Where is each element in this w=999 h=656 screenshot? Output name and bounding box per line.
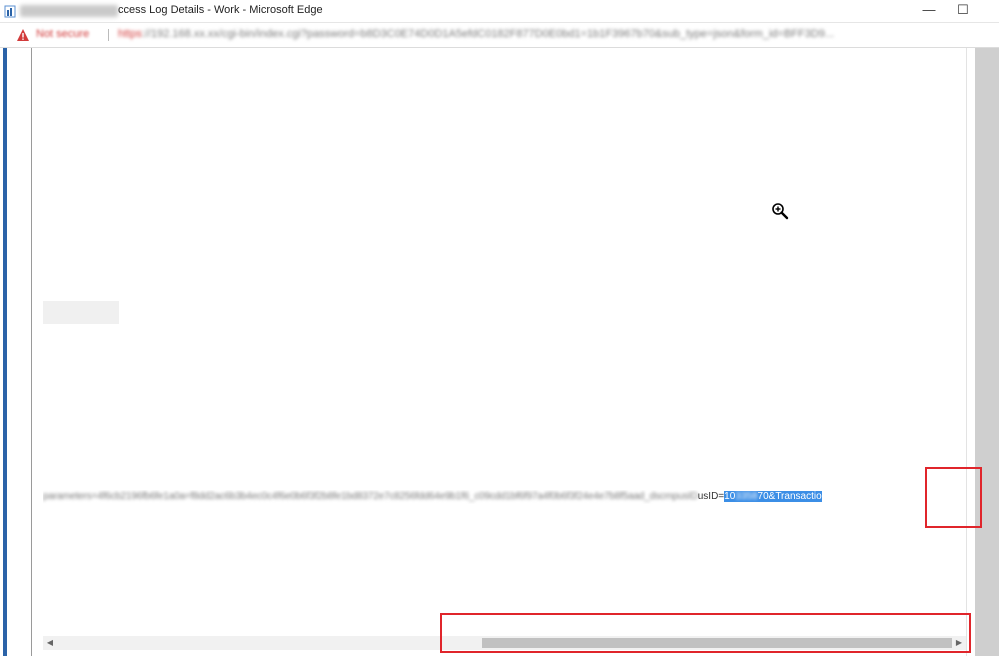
url-text-visible: usID= bbox=[697, 491, 725, 502]
url-text[interactable]: https://192.168.xx.xx/cgi-bin/index.cgi?… bbox=[118, 28, 998, 40]
right-window-frame bbox=[975, 48, 999, 656]
address-bar[interactable]: Not secure https://192.168.xx.xx/cgi-bin… bbox=[0, 23, 999, 48]
left-accent-strip bbox=[3, 48, 7, 656]
window-title: ccess Log Details - Work - Microsoft Edg… bbox=[118, 4, 323, 16]
window-title-bar[interactable]: ccess Log Details - Work - Microsoft Edg… bbox=[0, 0, 999, 23]
page-content bbox=[32, 48, 975, 656]
app-icon bbox=[4, 5, 16, 18]
selected-text-start: 10 bbox=[724, 491, 736, 502]
selected-text-end: 70&Transactio bbox=[757, 491, 822, 502]
minimize-button[interactable]: — bbox=[912, 0, 946, 22]
right-border bbox=[966, 48, 967, 656]
warning-triangle-icon bbox=[17, 29, 29, 41]
selected-text-redacted: 3358 bbox=[735, 491, 758, 502]
url-scheme: https bbox=[118, 28, 142, 40]
empty-gray-panel bbox=[43, 301, 119, 324]
annotation-box-scrollbar bbox=[440, 613, 971, 653]
url-rest: ://192.168.xx.xx/cgi-bin/index.cgi?passw… bbox=[141, 28, 835, 40]
scroll-left-arrow-icon[interactable]: ◀ bbox=[43, 636, 57, 650]
title-redacted bbox=[20, 5, 118, 17]
url-text-line[interactable]: parameters=4f6cb2196fb6fe1a0a=f8dd2ac6b3… bbox=[43, 490, 966, 504]
selected-text[interactable]: 10335870&Transactio bbox=[724, 491, 822, 502]
address-separator bbox=[108, 29, 109, 41]
maximize-button[interactable]: ☐ bbox=[946, 0, 980, 22]
url-text-redacted: parameters=4f6cb2196fb6fe1a0a=f8dd2ac6b3… bbox=[43, 491, 698, 502]
not-secure-label[interactable]: Not secure bbox=[36, 28, 89, 40]
zoom-in-cursor-icon bbox=[772, 203, 789, 220]
annotation-box-selection bbox=[925, 467, 982, 528]
left-window-frame bbox=[0, 48, 32, 656]
